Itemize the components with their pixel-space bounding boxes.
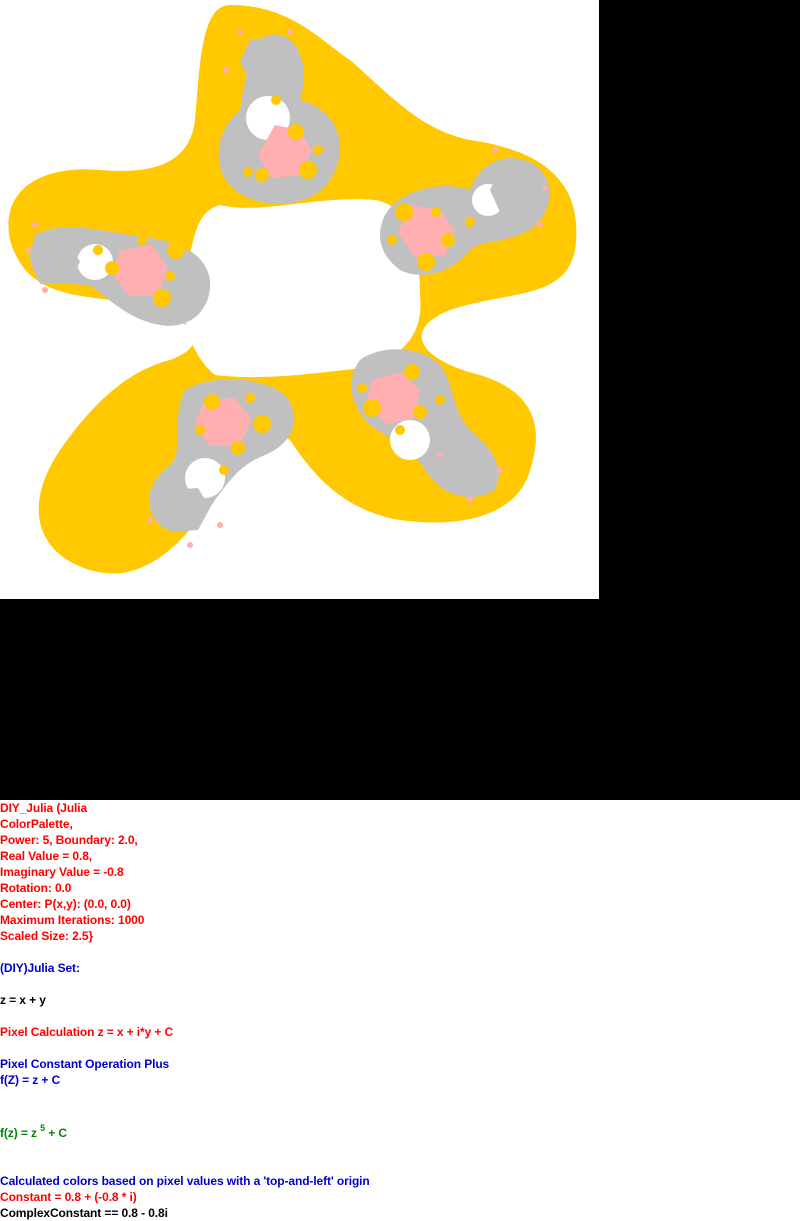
julia-set-image — [8, 5, 577, 574]
set-title: (DIY)Julia Set: — [0, 961, 80, 975]
param-line-3: Power: 5, Boundary: 2.0, — [0, 833, 138, 847]
power-formula-suffix: + C — [45, 1126, 67, 1140]
origin-note: Calculated colors based on pixel values … — [0, 1174, 370, 1188]
operation-label: Pixel Constant Operation Plus — [0, 1057, 170, 1071]
fractal-canvas — [0, 0, 599, 599]
power-formula-exponent: 5 — [40, 1123, 46, 1133]
param-line-8: Maximum Iterations: 1000 — [0, 913, 145, 927]
power-formula-prefix: f(z) = z — [0, 1126, 37, 1140]
parameter-info-panel: DIY_Julia (Julia ColorPalette, Power: 5,… — [0, 800, 800, 1221]
param-line-2: ColorPalette, — [0, 817, 73, 831]
pixel-calculation: Pixel Calculation z = x + i*y + C — [0, 1025, 174, 1039]
power-formula: f(z) = z 5 + C — [0, 1123, 67, 1142]
param-line-5: Imaginary Value = -0.8 — [0, 865, 124, 879]
param-line-9: Scaled Size: 2.5} — [0, 929, 94, 943]
complex-constant-line: ComplexConstant == 0.8 - 0.8i — [0, 1206, 168, 1220]
param-line-6: Rotation: 0.0 — [0, 881, 72, 895]
z-definition: z = x + y — [0, 993, 46, 1007]
plus-formula: f(Z) = z + C — [0, 1073, 61, 1087]
param-line-4: Real Value = 0.8, — [0, 849, 93, 863]
param-line-1: DIY_Julia (Julia — [0, 801, 88, 815]
param-line-7: Center: P(x,y): (0.0, 0.0) — [0, 897, 131, 911]
constant-line: Constant = 0.8 + (-0.8 * i) — [0, 1190, 137, 1204]
